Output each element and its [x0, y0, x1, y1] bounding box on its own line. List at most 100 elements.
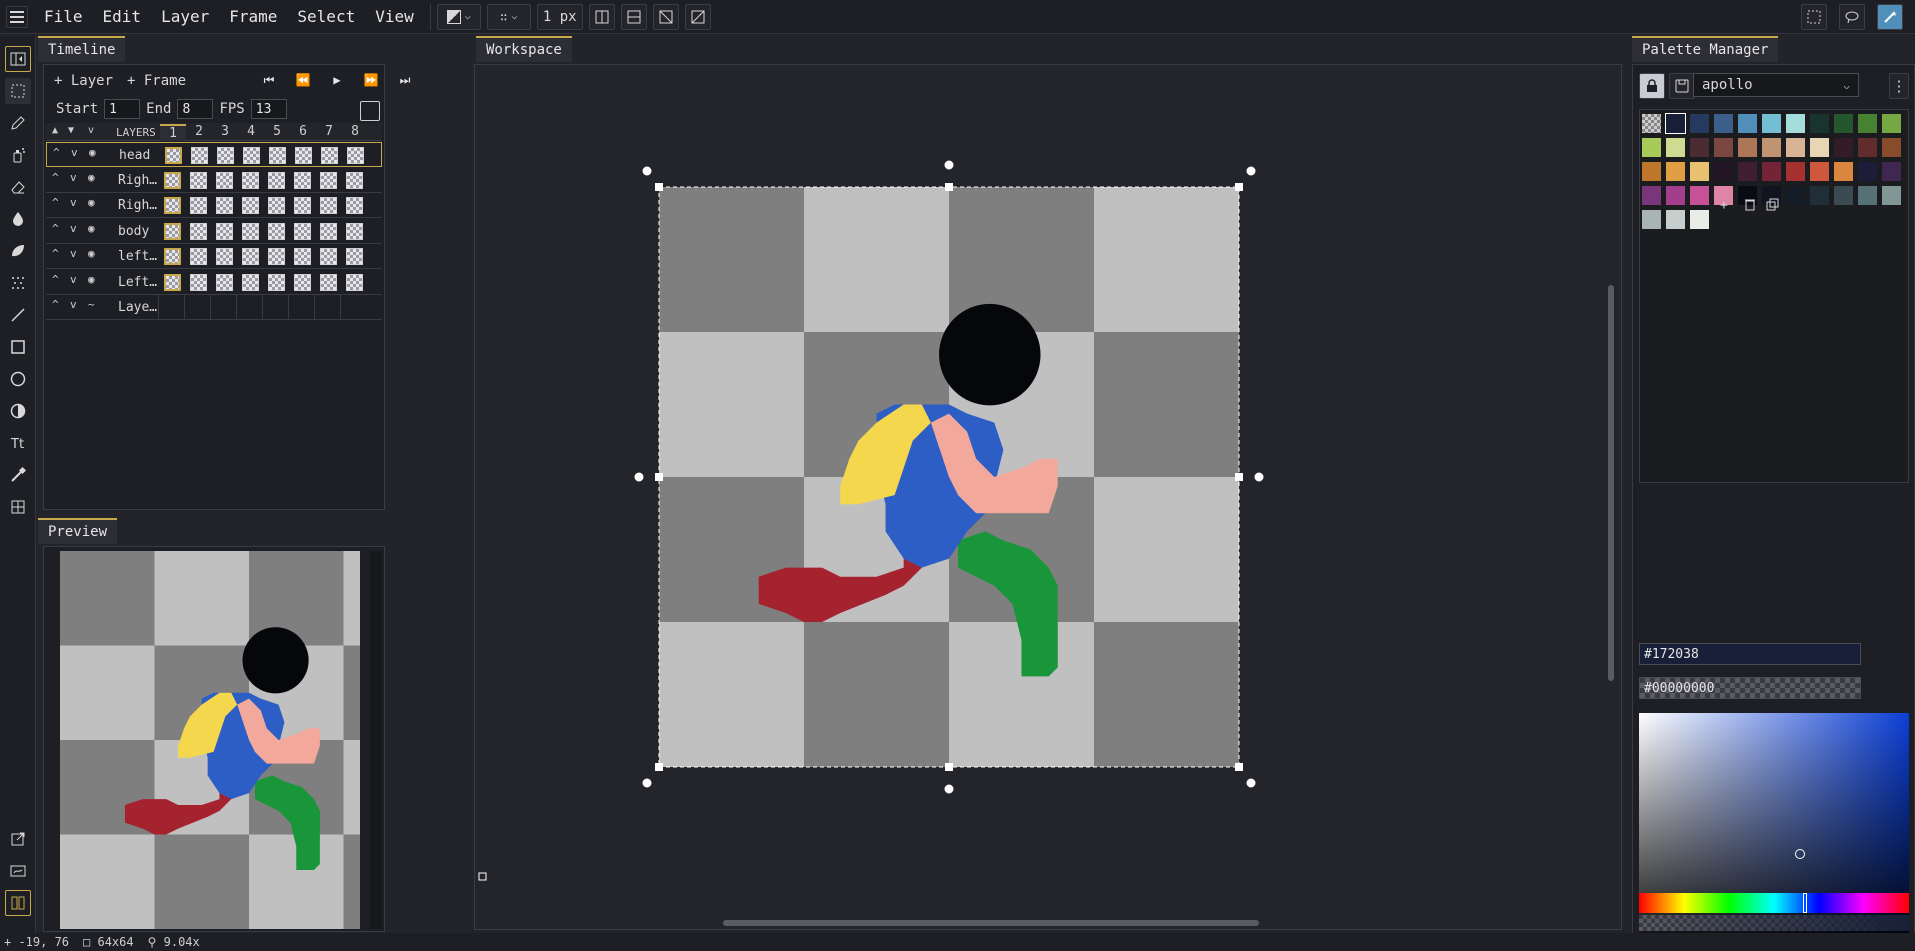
layer-down-icon[interactable]: v: [71, 146, 78, 159]
layer-up-icon[interactable]: ^: [52, 196, 59, 209]
frame-cel[interactable]: [216, 171, 233, 189]
layer-row[interactable]: ^ v ◉ left…: [46, 244, 382, 269]
frame-number-1[interactable]: 1: [160, 124, 186, 141]
menu-frame[interactable]: Frame: [219, 0, 287, 34]
lock-icon[interactable]: [1639, 73, 1665, 99]
grid-icon[interactable]: [5, 494, 31, 520]
color-swatch[interactable]: [1690, 114, 1709, 133]
color-swatch[interactable]: [1786, 162, 1805, 181]
frame-cel[interactable]: [294, 171, 311, 189]
frame-cel[interactable]: [242, 273, 259, 291]
frame-cel[interactable]: [320, 248, 337, 265]
visibility-eye-icon[interactable]: ◉: [88, 222, 95, 235]
collapse-icon[interactable]: v: [88, 125, 94, 136]
color-swatch[interactable]: [1665, 113, 1686, 134]
rotate-handle[interactable]: [641, 165, 653, 177]
color-swatch[interactable]: [1882, 162, 1901, 181]
frame-number-7[interactable]: 7: [316, 124, 342, 139]
menu-select[interactable]: Select: [287, 0, 365, 34]
color-swatch[interactable]: [1834, 138, 1853, 157]
frame-cel[interactable]: [346, 197, 363, 214]
visibility-eye-icon[interactable]: ◉: [89, 146, 96, 159]
primary-color-field[interactable]: #172038: [1639, 643, 1861, 665]
brush-shape-dropdown[interactable]: ⌵: [436, 3, 481, 30]
rectangle-icon[interactable]: [5, 334, 31, 360]
color-swatch[interactable]: [1666, 186, 1685, 205]
color-swatch[interactable]: [1834, 114, 1853, 133]
rotate-handle[interactable]: [641, 777, 653, 789]
last-frame-icon[interactable]: ⏭: [396, 73, 414, 88]
delete-swatch-icon[interactable]: [1744, 198, 1756, 215]
frame-cel[interactable]: [268, 197, 285, 214]
frame-cel[interactable]: [242, 171, 259, 189]
color-swatch[interactable]: [1858, 186, 1877, 205]
add-frame-button[interactable]: + Frame: [127, 73, 186, 89]
color-swatch[interactable]: [1690, 210, 1709, 229]
frame-cel[interactable]: [346, 248, 363, 265]
preview-icon[interactable]: [5, 858, 31, 884]
color-swatch[interactable]: [1642, 114, 1661, 133]
color-swatch[interactable]: [1738, 114, 1757, 133]
color-swatch[interactable]: [1714, 162, 1733, 181]
frame-cel[interactable]: [164, 273, 181, 291]
loop-toggle[interactable]: [360, 101, 380, 121]
color-swatch[interactable]: [1882, 186, 1901, 205]
color-swatch[interactable]: [1642, 186, 1661, 205]
color-swatch[interactable]: [1642, 138, 1661, 157]
frame-cel[interactable]: [191, 147, 208, 164]
shading-icon[interactable]: [5, 238, 31, 264]
frame-cel[interactable]: [269, 147, 286, 164]
empty-cel[interactable]: [288, 295, 289, 320]
frame-cel[interactable]: [242, 248, 259, 265]
color-swatch[interactable]: [1666, 138, 1685, 157]
layer-row[interactable]: ^ v ◉ head: [46, 142, 382, 167]
vertical-scrollbar[interactable]: [1608, 285, 1614, 681]
frame-cel[interactable]: [243, 147, 260, 164]
resize-handle[interactable]: [655, 473, 663, 481]
resize-handle[interactable]: [1235, 473, 1243, 481]
color-swatch[interactable]: [1762, 138, 1781, 157]
text-icon[interactable]: Tt: [5, 430, 31, 456]
frame-cel[interactable]: [320, 273, 337, 291]
color-swatch[interactable]: [1858, 138, 1877, 157]
empty-cel[interactable]: [262, 295, 263, 320]
resize-handle[interactable]: [945, 183, 953, 191]
rotate-handle[interactable]: [1245, 165, 1257, 177]
color-swatch[interactable]: [1810, 138, 1829, 157]
layer-up-icon[interactable]: ^: [52, 273, 59, 286]
color-swatch[interactable]: [1834, 186, 1853, 205]
layer-down-icon[interactable]: v: [70, 273, 77, 286]
start-input[interactable]: 1: [104, 99, 141, 119]
layer-up-icon[interactable]: ^: [52, 222, 59, 235]
tab-palette-manager[interactable]: Palette Manager: [1632, 36, 1779, 62]
secondary-color-field[interactable]: #00000000: [1639, 677, 1861, 699]
hamburger-menu-icon[interactable]: [6, 5, 28, 28]
color-swatch[interactable]: [1810, 114, 1829, 133]
color-swatch[interactable]: [1786, 186, 1805, 205]
frame-cel[interactable]: [320, 222, 337, 240]
frame-cel[interactable]: [346, 273, 363, 291]
color-swatch[interactable]: [1810, 186, 1829, 205]
empty-cel[interactable]: [340, 295, 341, 320]
pencil-icon[interactable]: [5, 110, 31, 136]
layer-down-icon[interactable]: v: [70, 196, 77, 209]
layer-down-icon[interactable]: v: [70, 222, 77, 235]
resize-handle[interactable]: [655, 763, 663, 771]
frame-number-5[interactable]: 5: [264, 124, 290, 139]
layer-up-icon[interactable]: ^: [52, 247, 59, 260]
frame-cel[interactable]: [165, 147, 182, 164]
rotate-handle[interactable]: [1245, 777, 1257, 789]
frame-cel[interactable]: [320, 171, 337, 189]
frame-cel[interactable]: [190, 222, 207, 240]
color-swatch[interactable]: [1714, 114, 1733, 133]
frame-cel[interactable]: [190, 273, 207, 291]
mirror-vertical-icon[interactable]: [588, 3, 615, 30]
frame-cel[interactable]: [268, 248, 285, 265]
resize-handle[interactable]: [945, 763, 953, 771]
color-swatch[interactable]: [1834, 162, 1853, 181]
layer-row[interactable]: ^ v ◉ body: [46, 219, 382, 244]
color-swatch[interactable]: [1666, 210, 1685, 229]
frame-cel[interactable]: [216, 273, 233, 291]
brush-size-field[interactable]: 1 px: [536, 3, 583, 30]
rotate-handle[interactable]: [633, 471, 645, 483]
